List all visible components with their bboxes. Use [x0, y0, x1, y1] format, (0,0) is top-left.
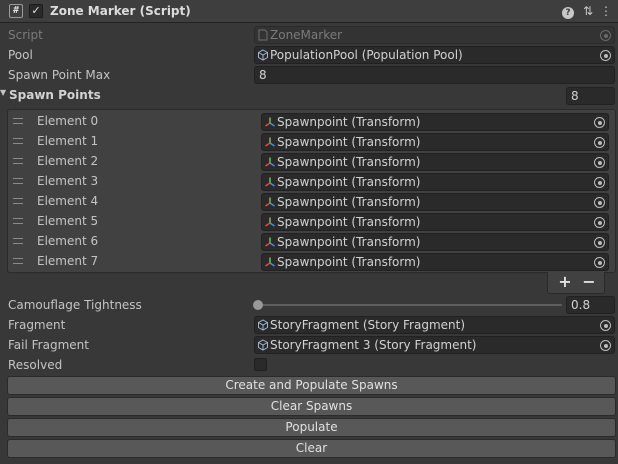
element-label[interactable]: Element 1 — [37, 134, 98, 148]
fail-fragment-picker-icon[interactable] — [600, 340, 611, 351]
element-object-field[interactable]: Spawnpoint (Transform) — [261, 193, 609, 211]
element-object-field[interactable]: Spawnpoint (Transform) — [261, 213, 609, 231]
scriptable-object-icon — [258, 319, 268, 331]
list-footer: + − — [547, 272, 605, 294]
fragment-picker-icon[interactable] — [600, 320, 611, 331]
element-value: Spawnpoint (Transform) — [277, 215, 421, 229]
element-picker-icon[interactable] — [594, 257, 605, 268]
component-title[interactable]: Zone Marker (Script) — [50, 4, 191, 18]
element-object-field[interactable]: Spawnpoint (Transform) — [261, 153, 609, 171]
clear-button[interactable]: Clear — [7, 439, 616, 458]
foldout-arrow-icon[interactable]: ▼ — [0, 88, 8, 97]
reorder-handle-icon[interactable] — [13, 158, 23, 164]
fail-fragment-value: StoryFragment 3 (Story Fragment) — [270, 338, 477, 352]
element-picker-icon[interactable] — [594, 137, 605, 148]
pool-field[interactable]: PopulationPool (Population Pool) — [254, 46, 615, 64]
presets-icon[interactable]: ⇅ — [580, 3, 596, 19]
transform-icon — [265, 177, 275, 187]
transform-icon — [265, 237, 275, 247]
reorder-handle-icon[interactable] — [13, 258, 23, 264]
script-picker-icon — [600, 30, 611, 41]
resolved-label: Resolved — [8, 358, 63, 372]
fail-fragment-label: Fail Fragment — [8, 338, 89, 352]
spawn-points-label[interactable]: Spawn Points — [9, 88, 101, 102]
element-object-field[interactable]: Spawnpoint (Transform) — [261, 253, 609, 271]
resolved-checkbox[interactable] — [254, 358, 267, 371]
camouflage-tightness-label[interactable]: Camouflage Tightness — [8, 298, 142, 312]
reorder-handle-icon[interactable] — [13, 238, 23, 244]
fragment-label: Fragment — [8, 318, 66, 332]
csharp-script-icon: # — [9, 4, 23, 18]
element-value: Spawnpoint (Transform) — [277, 155, 421, 169]
spawn-point-max-input[interactable]: 8 — [254, 66, 615, 84]
element-label[interactable]: Element 3 — [37, 174, 98, 188]
component-enabled-checkbox[interactable]: ✓ — [29, 4, 43, 18]
element-value: Spawnpoint (Transform) — [277, 135, 421, 149]
transform-icon — [265, 137, 275, 147]
element-picker-icon[interactable] — [594, 117, 605, 128]
element-object-field[interactable]: Spawnpoint (Transform) — [261, 173, 609, 191]
element-picker-icon[interactable] — [594, 197, 605, 208]
element-picker-icon[interactable] — [594, 157, 605, 168]
reorder-handle-icon[interactable] — [13, 118, 23, 124]
element-label[interactable]: Element 2 — [37, 154, 98, 168]
context-menu-icon[interactable]: ⋮ — [598, 3, 614, 19]
element-value: Spawnpoint (Transform) — [277, 115, 421, 129]
reorder-handle-icon[interactable] — [13, 178, 23, 184]
element-object-field[interactable]: Spawnpoint (Transform) — [261, 233, 609, 251]
element-label[interactable]: Element 4 — [37, 194, 98, 208]
help-glyph: ? — [562, 7, 574, 19]
element-label[interactable]: Element 0 — [37, 114, 98, 128]
transform-icon — [265, 217, 275, 227]
fragment-field[interactable]: StoryFragment (Story Fragment) — [254, 316, 615, 334]
element-value: Spawnpoint (Transform) — [277, 255, 421, 269]
element-picker-icon[interactable] — [594, 217, 605, 228]
scriptable-object-icon — [258, 49, 268, 61]
pool-label: Pool — [8, 48, 33, 62]
element-picker-icon[interactable] — [594, 177, 605, 188]
create-and-populate-spawns-button[interactable]: Create and Populate Spawns — [7, 376, 616, 395]
transform-icon — [265, 117, 275, 127]
reorder-handle-icon[interactable] — [13, 138, 23, 144]
element-label[interactable]: Element 5 — [37, 214, 98, 228]
add-element-button[interactable]: + — [555, 272, 575, 292]
camouflage-slider-track[interactable] — [258, 304, 562, 306]
populate-button[interactable]: Populate — [7, 418, 616, 437]
pool-picker-icon[interactable] — [600, 50, 611, 61]
scriptable-object-icon — [258, 339, 268, 351]
element-object-field[interactable]: Spawnpoint (Transform) — [261, 133, 609, 151]
remove-element-button[interactable]: − — [579, 272, 599, 292]
element-value: Spawnpoint (Transform) — [277, 195, 421, 209]
camouflage-slider-thumb[interactable] — [253, 300, 263, 310]
camouflage-tightness-input[interactable]: 0.8 — [566, 296, 615, 314]
element-label[interactable]: Element 7 — [37, 254, 98, 268]
element-value: Spawnpoint (Transform) — [277, 175, 421, 189]
script-file-icon — [258, 29, 268, 41]
clear-spawns-button[interactable]: Clear Spawns — [7, 397, 616, 416]
spawn-point-max-label[interactable]: Spawn Point Max — [8, 68, 110, 82]
spawn-points-size-input[interactable]: 8 — [566, 87, 615, 105]
element-value: Spawnpoint (Transform) — [277, 235, 421, 249]
script-field: ZoneMarker — [254, 26, 615, 44]
pool-value: PopulationPool (Population Pool) — [270, 48, 463, 62]
fragment-value: StoryFragment (Story Fragment) — [270, 318, 466, 332]
help-icon[interactable]: ? — [560, 3, 576, 19]
element-picker-icon[interactable] — [594, 237, 605, 248]
element-label[interactable]: Element 6 — [37, 234, 98, 248]
script-label: Script — [8, 28, 43, 42]
transform-icon — [265, 157, 275, 167]
reorder-handle-icon[interactable] — [13, 218, 23, 224]
reorder-handle-icon[interactable] — [13, 198, 23, 204]
script-value: ZoneMarker — [270, 28, 343, 42]
transform-icon — [265, 257, 275, 267]
element-object-field[interactable]: Spawnpoint (Transform) — [261, 113, 609, 131]
fail-fragment-field[interactable]: StoryFragment 3 (Story Fragment) — [254, 336, 615, 354]
transform-icon — [265, 197, 275, 207]
